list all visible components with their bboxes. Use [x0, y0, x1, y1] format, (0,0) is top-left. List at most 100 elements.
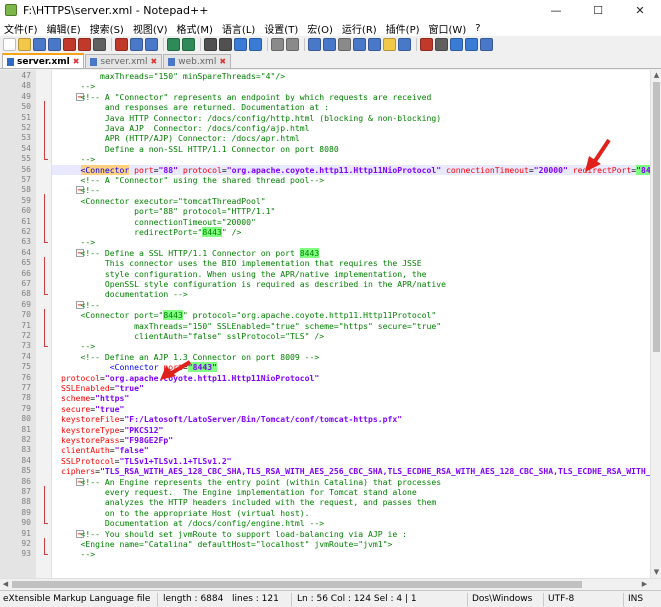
menu-item[interactable]: 语言(L): [222, 21, 255, 36]
menu-item[interactable]: 格式(M): [177, 21, 213, 36]
tab-1[interactable]: server.xml ✖: [2, 53, 85, 68]
code-line[interactable]: <!-- A "Connector" using the shared thre…: [52, 175, 650, 185]
close-icon[interactable]: [63, 37, 76, 51]
code-line[interactable]: <!-- Define an AJP 1.3 Connector on port…: [52, 352, 650, 362]
code-line[interactable]: maxThreads="150" minSpareThreads="4"/>: [52, 71, 650, 81]
maximize-button[interactable]: ☐: [577, 0, 619, 20]
menu-item[interactable]: 窗口(W): [429, 21, 467, 36]
code-line[interactable]: -->: [52, 237, 650, 247]
menu-item[interactable]: 设置(T): [264, 21, 298, 36]
code-line[interactable]: SSLEnabled="true": [52, 383, 650, 393]
zoom-out-icon[interactable]: [249, 37, 262, 51]
menu-item[interactable]: 文件(F): [4, 21, 38, 36]
code-line[interactable]: secure="true": [52, 404, 650, 414]
code-line[interactable]: keystorePass="F98GE2Fp": [52, 435, 650, 445]
code-line[interactable]: <Connector port="8443": [52, 362, 650, 373]
close-all-icon[interactable]: [78, 37, 91, 51]
code-line[interactable]: -->: [52, 549, 650, 559]
find-icon[interactable]: [204, 37, 217, 51]
close-button[interactable]: ✕: [619, 0, 661, 20]
scroll-up-icon[interactable]: ▲: [651, 70, 661, 81]
code-line[interactable]: clientAuth="false": [52, 445, 650, 455]
code-line[interactable]: protocol="org.apache.coyote.http11.Http1…: [52, 373, 650, 383]
code-line[interactable]: port="88" protocol="HTTP/1.1": [52, 206, 650, 216]
tab-3[interactable]: web.xml ✖: [163, 54, 232, 68]
code-line[interactable]: documentation -->: [52, 289, 650, 299]
code-line[interactable]: connectionTimeout="20000": [52, 217, 650, 227]
menu-item[interactable]: 运行(R): [342, 21, 377, 36]
horizontal-scrollbar[interactable]: ◀ ▶: [0, 578, 661, 589]
tab-close-icon[interactable]: ✖: [219, 57, 226, 66]
tab-2[interactable]: server.xml ✖: [85, 54, 163, 68]
code-line[interactable]: -->: [52, 154, 650, 164]
code-line[interactable]: <Engine name="Catalina" defaultHost="loc…: [52, 539, 650, 549]
menu-item[interactable]: 插件(P): [386, 21, 420, 36]
code-line[interactable]: -->: [52, 341, 650, 351]
vertical-scroll-thumb[interactable]: [653, 82, 660, 352]
code-line[interactable]: redirectPort="8443" />: [52, 227, 650, 237]
monitor-icon[interactable]: [398, 37, 411, 51]
redo-icon[interactable]: [182, 37, 195, 51]
folder-icon[interactable]: [383, 37, 396, 51]
code-line[interactable]: This connector uses the BIO implementati…: [52, 258, 650, 268]
code-line[interactable]: Define a non-SSL HTTP/1.1 Connector on p…: [52, 144, 650, 154]
paste-icon[interactable]: [145, 37, 158, 51]
code-line[interactable]: analyzes the HTTP headers included with …: [52, 497, 650, 507]
code-line[interactable]: clientAuth="false" sslProtocol="TLS" />: [52, 331, 650, 341]
code-line[interactable]: OpenSSL style configuration is required …: [52, 279, 650, 289]
scroll-left-icon[interactable]: ◀: [0, 579, 11, 590]
scroll-right-icon[interactable]: ▶: [639, 579, 650, 590]
doc-map-icon[interactable]: [353, 37, 366, 51]
code-line[interactable]: <Connector executor="tomcatThreadPool": [52, 196, 650, 206]
code-line[interactable]: and responses are returned. Documentatio…: [52, 102, 650, 112]
code-line[interactable]: maxThreads="150" SSLEnabled="true" schem…: [52, 321, 650, 331]
vertical-scrollbar[interactable]: ▲ ▼: [650, 70, 661, 578]
replace-icon[interactable]: [219, 37, 232, 51]
save-icon[interactable]: [33, 37, 46, 51]
code-line[interactable]: <!--: [52, 185, 650, 195]
code-line[interactable]: Java AJP Connector: /docs/config/ajp.htm…: [52, 123, 650, 133]
function-list-icon[interactable]: [368, 37, 381, 51]
tab-close-icon[interactable]: ✖: [73, 57, 80, 66]
menu-item[interactable]: 搜索(S): [90, 21, 124, 36]
code-line[interactable]: ciphers="TLS_RSA_WITH_AES_128_CBC_SHA,TL…: [52, 466, 650, 476]
code-line[interactable]: Java HTTP Connector: /docs/config/http.h…: [52, 113, 650, 123]
menu-item[interactable]: 视图(V): [133, 21, 168, 36]
scroll-down-icon[interactable]: ▼: [651, 567, 661, 578]
code-line[interactable]: <!-- An Engine represents the entry poin…: [52, 477, 650, 487]
zoom-in-icon[interactable]: [234, 37, 247, 51]
menu-item[interactable]: 宏(O): [307, 21, 333, 36]
code-line[interactable]: keystoreFile="F:/Latosoft/LatoServer/Bin…: [52, 414, 650, 424]
code-line[interactable]: <!-- You should set jvmRoute to support …: [52, 529, 650, 539]
code-line[interactable]: <!-- Define a SSL HTTP/1.1 Connector on …: [52, 247, 650, 258]
code-area[interactable]: maxThreads="150" minSpareThreads="4"/> -…: [52, 70, 650, 578]
sync-v-icon[interactable]: [271, 37, 284, 51]
record-macro-icon[interactable]: [420, 37, 433, 51]
print-icon[interactable]: [93, 37, 106, 51]
code-line[interactable]: -->: [52, 81, 650, 91]
menu-item[interactable]: 编辑(E): [47, 21, 81, 36]
run-macro-icon[interactable]: [465, 37, 478, 51]
code-line[interactable]: <!--: [52, 300, 650, 310]
code-line[interactable]: style configuration. When using the APR/…: [52, 269, 650, 279]
code-line[interactable]: SSLProtocol="TLSv1+TLSv1.1+TLSv1.2": [52, 456, 650, 466]
show-all-icon[interactable]: [323, 37, 336, 51]
horizontal-scroll-thumb[interactable]: [12, 581, 582, 588]
save-macro-icon[interactable]: [480, 37, 493, 51]
sync-h-icon[interactable]: [286, 37, 299, 51]
stop-macro-icon[interactable]: [435, 37, 448, 51]
save-all-icon[interactable]: [48, 37, 61, 51]
code-line[interactable]: every request. The Engine implementation…: [52, 487, 650, 497]
code-line[interactable]: Documentation at /docs/config/engine.htm…: [52, 518, 650, 528]
code-line[interactable]: <Connector port="88" protocol="org.apach…: [52, 164, 650, 175]
code-line[interactable]: keystoreType="PKCS12": [52, 425, 650, 435]
code-line[interactable]: scheme="https": [52, 393, 650, 403]
undo-icon[interactable]: [167, 37, 180, 51]
open-file-icon[interactable]: [18, 37, 31, 51]
code-line[interactable]: <Connector port="8443" protocol="org.apa…: [52, 310, 650, 321]
code-line[interactable]: APR (HTTP/AJP) Connector: /docs/apr.html: [52, 133, 650, 143]
editor[interactable]: 47 48 49 50 51 52 53 54 55 56 57 58 59 60 61 62 63 64 65 66…: [0, 70, 661, 578]
code-line[interactable]: on to the appropriate Host (virtual host…: [52, 508, 650, 518]
word-wrap-icon[interactable]: [308, 37, 321, 51]
indent-guide-icon[interactable]: [338, 37, 351, 51]
